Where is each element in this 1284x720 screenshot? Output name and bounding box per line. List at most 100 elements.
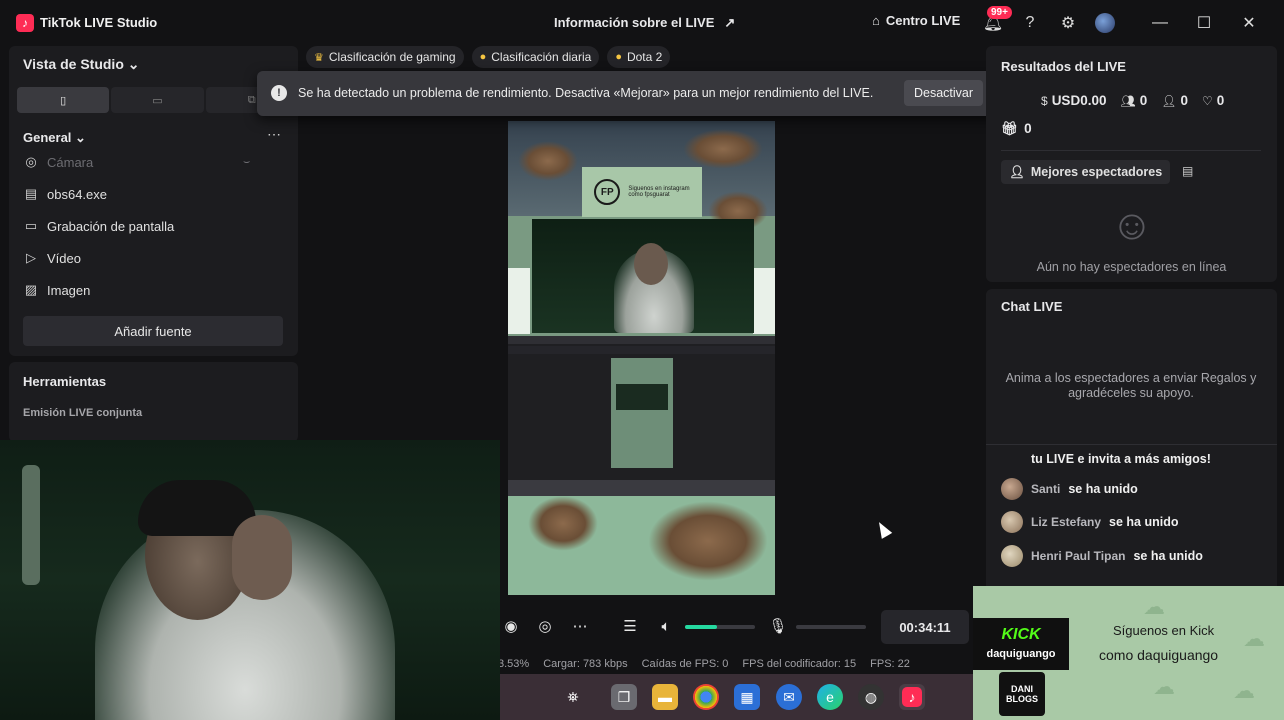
cloud-decoration: ☁ <box>1233 678 1255 703</box>
folder-icon[interactable]: ▬ <box>652 684 678 710</box>
stat-fps-drops: Caídas de FPS: 0 <box>641 658 729 670</box>
crown-icon: ♛ <box>314 51 324 64</box>
minimize-icon[interactable]: — <box>1149 12 1171 34</box>
record-icon[interactable]: ◉ <box>500 615 522 637</box>
add-user-icon: 👤︎ <box>1161 93 1177 108</box>
home-icon: ⌂ <box>872 13 880 28</box>
empty-state-illustration-icon: ☺ <box>1110 201 1154 248</box>
disable-enhance-button[interactable]: Desactivar <box>904 80 984 106</box>
stat-upload: Cargar: 783 kbps <box>543 658 628 670</box>
daily-ranking-chip[interactable]: ● Clasificación diaria <box>471 46 600 68</box>
screen-bar <box>508 346 775 354</box>
gear-icon[interactable]: ⚙ <box>1057 12 1079 34</box>
play-icon: ▷ <box>26 250 36 265</box>
app-icon[interactable]: ⛯ <box>560 684 586 710</box>
obs-icon[interactable]: ◍ <box>858 684 884 710</box>
alert-icon: ! <box>271 85 287 101</box>
landscape-layout-tab[interactable]: ▭ <box>111 87 204 113</box>
hidden-eye-icon[interactable]: ⌣ <box>243 156 250 169</box>
live-timer: 00:34:11 <box>881 610 969 644</box>
source-label: Grabación de pantalla <box>47 218 175 234</box>
share-icon[interactable]: ↗ <box>724 15 735 31</box>
edge-icon[interactable]: e <box>817 684 843 710</box>
card-line2: como fpsguarat <box>628 192 670 198</box>
results-title: Resultados del LIVE <box>1001 59 1126 74</box>
users-icon: 👥︎ <box>1120 93 1136 108</box>
close-icon[interactable]: ✕ <box>1238 12 1260 34</box>
kick-logo-box: KICK daquiguango <box>973 618 1069 670</box>
title-bar: ♪ TikTok LIVE Studio Información sobre e… <box>0 0 1284 46</box>
speaker-icon[interactable]: 🔈︎ <box>655 615 677 637</box>
source-camera[interactable]: ◎ Cámara <box>23 154 93 170</box>
chat-message: Henri Paul Tipan se ha unido <box>1001 545 1203 567</box>
tools-title: Herramientas <box>23 374 107 389</box>
task-view-icon[interactable]: ❐ <box>611 684 637 710</box>
chrome-icon[interactable] <box>693 684 719 710</box>
results-stats: $ USD0.00 👥︎ 0 👤︎ 0 ♡ 0 <box>1041 93 1224 108</box>
volume-slider[interactable] <box>685 625 755 629</box>
chip-label: Dota 2 <box>626 50 663 64</box>
instagram-card-text: Siguenos en instagram como fpsguarat <box>628 186 689 198</box>
avatar <box>1001 511 1023 533</box>
live-center-button[interactable]: ⌂ Centro LIVE <box>872 13 960 28</box>
camera-icon: ◎ <box>25 154 37 169</box>
monitor-icon: ▭ <box>24 218 38 233</box>
source-screen-capture[interactable]: ▭ Grabación de pantalla <box>23 218 174 234</box>
chat-user-name[interactable]: Santi <box>1031 482 1060 496</box>
stat-fps: FPS: 22 <box>870 658 910 670</box>
list-icon[interactable]: ▤ <box>1182 164 1193 178</box>
general-section-dropdown[interactable]: General ⌄ <box>23 130 86 146</box>
maximize-icon[interactable]: ☐ <box>1193 12 1215 34</box>
preview-screen-capture <box>508 336 775 496</box>
mic-level-slider[interactable] <box>796 625 866 629</box>
chat-user-name[interactable]: Henri Paul Tipan <box>1031 549 1125 563</box>
general-section-label: General <box>23 130 72 145</box>
chat-user-name[interactable]: Liz Estefany <box>1031 515 1101 529</box>
chevron-down-icon: ⌄ <box>127 56 140 72</box>
add-source-button[interactable]: Añadir fuente <box>23 316 283 346</box>
avatar <box>1001 545 1023 567</box>
viewers-value: 0 <box>1139 93 1148 108</box>
game-icon: ● <box>615 51 622 63</box>
ranking-chips: ♛ Clasificación de gaming ● Clasificació… <box>306 46 671 68</box>
stream-preview: FP Siguenos en instagram como fpsguarat <box>508 121 775 595</box>
screen-taskbar <box>508 480 775 496</box>
chat-action: se ha unido <box>1109 515 1179 529</box>
window-icon: ▤ <box>24 186 38 201</box>
microphone-icon[interactable]: 🎙︎ <box>767 615 789 637</box>
tiktok-app-icon[interactable]: ♪ <box>899 684 925 710</box>
kick-username: daquiguango <box>986 648 1056 660</box>
likes-value: 0 <box>1216 93 1225 108</box>
coin-icon: $ <box>1041 93 1048 108</box>
cloud-decoration: ☁ <box>1243 626 1265 651</box>
source-image[interactable]: ▨ Imagen <box>23 282 91 298</box>
preview-camera <box>532 219 754 333</box>
source-obs[interactable]: ▤ obs64.exe <box>23 186 107 202</box>
studio-view-dropdown[interactable]: Vista de Studio ⌄ <box>23 56 140 73</box>
game-category-chip[interactable]: ● Dota 2 <box>607 46 671 68</box>
nested-preview <box>611 358 673 468</box>
top-viewers-tab[interactable]: 👤︎ Mejores espectadores <box>1001 160 1171 184</box>
source-video[interactable]: ▷ Vídeo <box>23 250 81 266</box>
cloud-decoration: ☁ <box>1153 674 1175 699</box>
follow-line1: Síguenos en Kick <box>1113 623 1215 638</box>
more-options-icon[interactable]: ⋯ <box>267 126 282 143</box>
store-icon[interactable]: ▦ <box>734 684 760 710</box>
live-info-title[interactable]: Información sobre el LIVE ↗ <box>554 15 735 31</box>
portrait-layout-tab[interactable]: ▯ <box>17 87 110 113</box>
screenshot-icon[interactable]: ◎ <box>534 615 556 637</box>
more-options-icon[interactable]: ⋯ <box>569 615 591 637</box>
cloud-decoration: ☁ <box>1143 594 1165 619</box>
tiktok-logo-icon: ♪ <box>16 14 34 32</box>
help-icon[interactable]: ? <box>1019 12 1041 34</box>
divider <box>1001 150 1261 151</box>
divider <box>986 444 1277 445</box>
mail-icon[interactable]: ✉ <box>776 684 802 710</box>
kick-follow-overlay: ☁ ☁ ☁ ☁ KICK daquiguango DANI BLOGS Sígu… <box>973 586 1284 720</box>
gaming-ranking-chip[interactable]: ♛ Clasificación de gaming <box>306 46 464 68</box>
settings-sliders-icon[interactable]: ☰ <box>619 615 641 637</box>
top-viewers-label: Mejores espectadores <box>1030 165 1163 179</box>
earnings-value: USD0.00 <box>1051 93 1107 108</box>
owl-art <box>648 501 768 581</box>
avatar[interactable] <box>1095 13 1115 33</box>
